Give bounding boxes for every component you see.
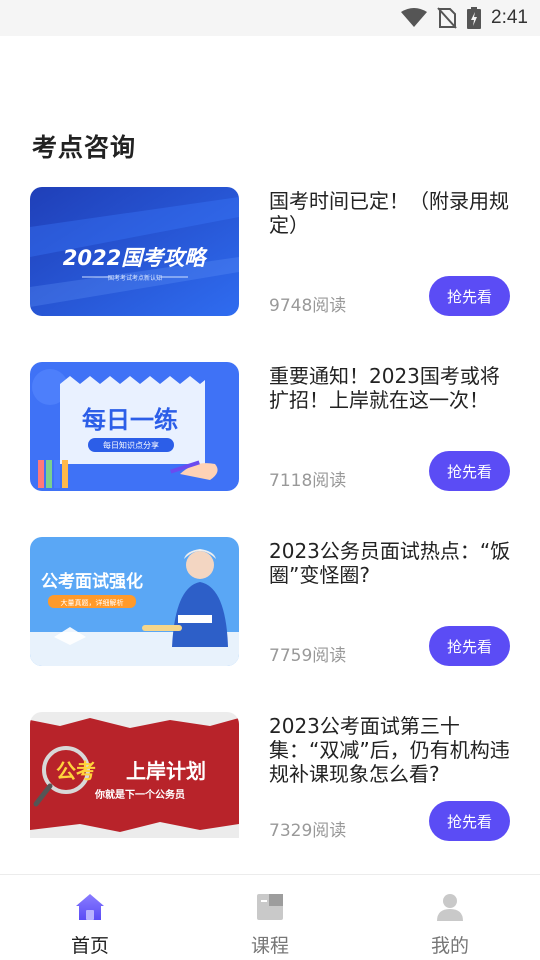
- nav-item-home[interactable]: 首页: [0, 875, 180, 960]
- article-thumbnail[interactable]: 每日一练 每日知识点分享: [30, 362, 239, 491]
- nav-item-course[interactable]: 课程: [180, 875, 360, 960]
- read-count: 7118阅读: [269, 471, 347, 491]
- thumb-sub-text: 每日知识点分享: [103, 440, 159, 450]
- status-time: 2:41: [491, 7, 528, 28]
- article-card[interactable]: 公考面试强化 大量真题，详细解析 2023公务员面试热点：“饭圈”变怪圈? 77…: [0, 537, 540, 677]
- article-title[interactable]: 2023公务员面试热点：“饭圈”变怪圈?: [269, 539, 514, 587]
- thumb-main-text-b: 上岸计划: [126, 759, 206, 783]
- no-sim-icon: [437, 7, 457, 29]
- nav-label: 我的: [430, 935, 469, 957]
- thumb-main-text-a: 公考: [56, 759, 96, 783]
- read-count: 7329阅读: [269, 821, 347, 841]
- nav-label: 首页: [70, 935, 109, 957]
- read-now-button[interactable]: 抢先看: [429, 276, 510, 316]
- article-title[interactable]: 国考时间已定！（附录用规定）: [269, 189, 514, 237]
- read-now-button[interactable]: 抢先看: [429, 626, 510, 666]
- home-icon: [76, 894, 104, 920]
- status-icons: 2:41: [401, 6, 528, 30]
- read-now-button[interactable]: 抢先看: [429, 801, 510, 841]
- status-bar: 2:41: [0, 0, 540, 36]
- article-card[interactable]: 公考 上岸计划 你就是下一个公务员 2023公考面试第三十集：“双减”后，仍有机…: [0, 712, 540, 852]
- read-count: 9748阅读: [269, 296, 347, 316]
- nav-item-profile[interactable]: 我的: [360, 875, 540, 960]
- course-icon: [257, 894, 283, 920]
- thumb-sub-text: 国考考试考点新认知: [108, 274, 162, 282]
- read-now-button[interactable]: 抢先看: [429, 451, 510, 491]
- nav-label: 课程: [250, 935, 289, 957]
- thumb-main-text: 公考面试强化: [41, 571, 143, 592]
- wifi-icon: [401, 8, 428, 27]
- battery-charging-icon: [467, 7, 482, 29]
- article-title[interactable]: 2023公考面试第三十集：“双减”后，仍有机构违规补课现象怎么看?: [269, 714, 514, 786]
- section-title: 考点咨询: [32, 133, 137, 162]
- article-thumbnail[interactable]: 2022国考攻略 国考考试考点新认知: [30, 187, 239, 316]
- article-card[interactable]: 2022国考攻略 国考考试考点新认知 国考时间已定！（附录用规定） 9748阅读…: [0, 187, 540, 327]
- profile-icon: [437, 894, 463, 921]
- thumb-sub-text: 大量真题，详细解析: [61, 598, 124, 607]
- article-title[interactable]: 重要通知！2023国考或将扩招！上岸就在这一次！: [269, 364, 514, 412]
- thumb-sub-text: 你就是下一个公务员: [94, 788, 185, 801]
- article-thumbnail[interactable]: 公考 上岸计划 你就是下一个公务员: [30, 712, 239, 838]
- article-thumbnail[interactable]: 公考面试强化 大量真题，详细解析: [30, 537, 239, 666]
- article-card[interactable]: 每日一练 每日知识点分享 重要通知！2023国考或将扩招！上岸就在这一次！ 71…: [0, 362, 540, 502]
- read-count: 7759阅读: [269, 646, 347, 666]
- bottom-nav: 首页 课程 我的: [0, 874, 540, 960]
- thumb-main-text: 每日一练: [82, 406, 178, 434]
- thumb-main-text: 2022国考攻略: [63, 246, 208, 270]
